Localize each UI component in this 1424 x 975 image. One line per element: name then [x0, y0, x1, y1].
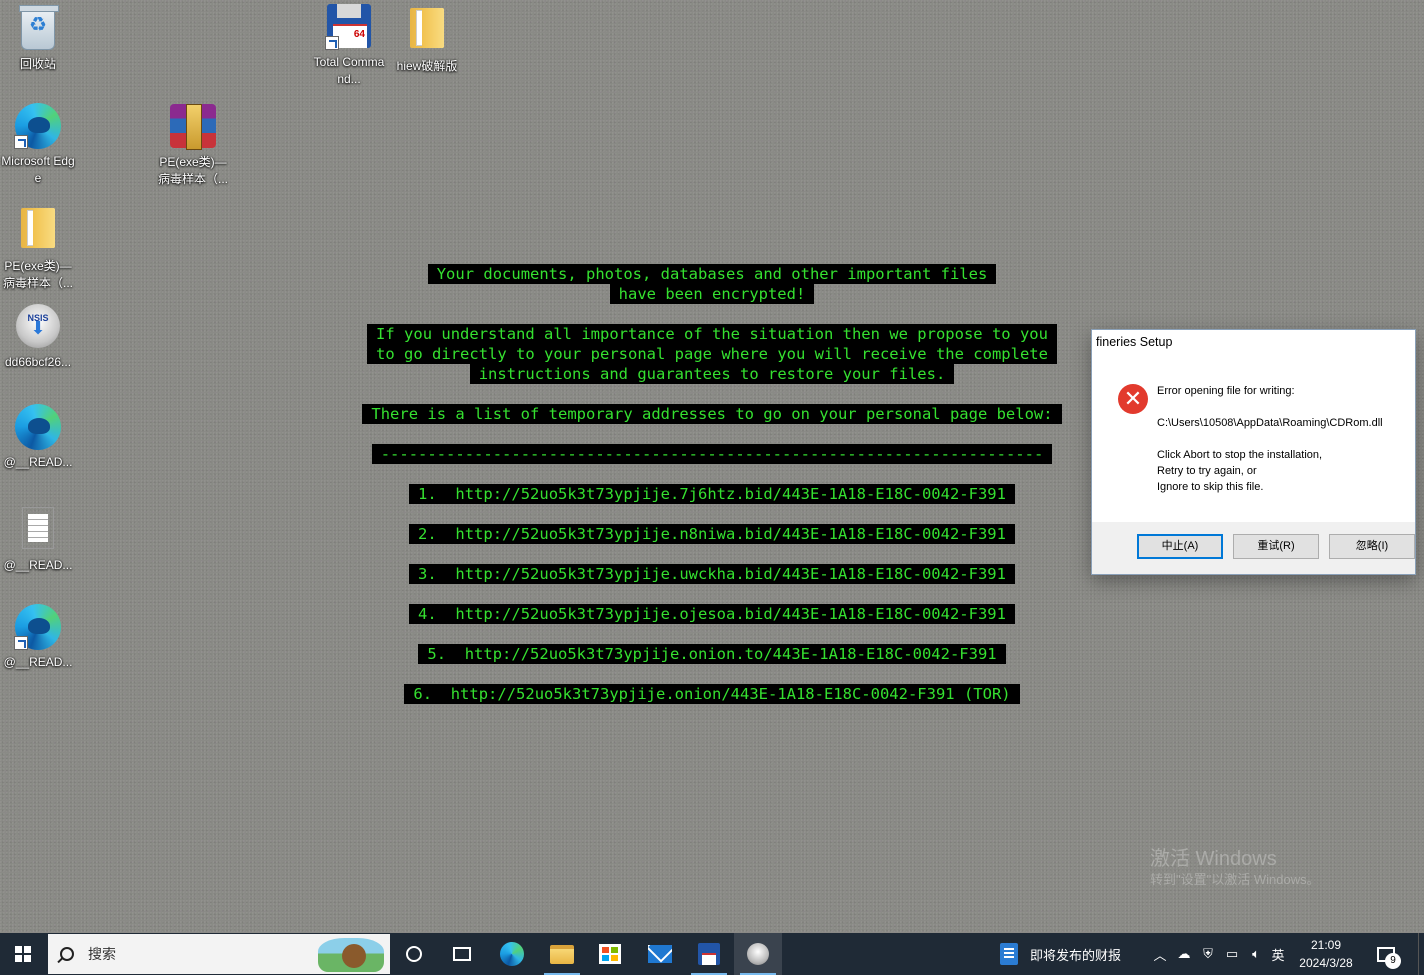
cortana-icon: [406, 946, 422, 962]
show-hidden-icons-button[interactable]: ︿: [1148, 933, 1172, 975]
search-placeholder: 搜索: [88, 946, 116, 962]
nsis-installer-icon: [747, 943, 769, 965]
taskbar-search-box[interactable]: 搜索: [48, 934, 390, 974]
start-button[interactable]: [0, 933, 46, 975]
ime-label: 英: [1271, 947, 1285, 963]
desktop-icon-label: PE(exe类)—病毒样本（...: [157, 155, 228, 186]
store-icon: [599, 944, 621, 964]
show-desktop-button[interactable]: [1418, 933, 1424, 975]
ignore-button[interactable]: 忽略(I): [1329, 534, 1415, 559]
desktop-icon-recycle-bin[interactable]: 回收站: [0, 4, 76, 73]
search-highlight-image: [318, 938, 384, 972]
desktop-icon-hiew[interactable]: hiew破解版: [389, 4, 465, 75]
desktop-icon-label: 回收站: [19, 57, 56, 71]
network-tray[interactable]: ▭: [1220, 933, 1244, 975]
dialog-message: Error opening file for writing: C:\Users…: [1157, 385, 1383, 493]
speaker-icon: 🔈︎: [1252, 946, 1260, 961]
setup-error-dialog[interactable]: fineries Setup ✕ Error opening file for …: [1091, 329, 1416, 575]
desktop-icon-label: hiew破解版: [396, 59, 458, 73]
recycle-bin-icon: [14, 5, 62, 54]
taskbar-setup-installer[interactable]: [734, 933, 782, 975]
news-widget[interactable]: 即将发布的财报: [1000, 933, 1150, 975]
chevron-up-icon: ︿: [1153, 947, 1167, 963]
dialog-title[interactable]: fineries Setup: [1092, 330, 1415, 356]
activation-watermark-title: 激活 Windows: [1150, 848, 1277, 870]
notification-count-badge: 9: [1385, 952, 1401, 969]
clock[interactable]: 21:09 2024/3/28: [1286, 933, 1366, 975]
abort-button[interactable]: 中止(A): [1137, 534, 1223, 559]
cortana-button[interactable]: [390, 933, 438, 975]
edge-icon: [500, 942, 524, 966]
volume-tray[interactable]: 🔈︎: [1244, 933, 1268, 975]
taskbar-store[interactable]: [586, 933, 634, 975]
news-headline: 即将发布的财报: [1030, 947, 1122, 963]
floppy-disk-icon: [325, 4, 373, 52]
notification-center-button[interactable]: 9: [1366, 933, 1406, 975]
network-icon: ▭: [1225, 946, 1239, 961]
winrar-archive-icon: [169, 104, 217, 152]
cloud-icon: ☁: [1177, 946, 1191, 961]
folder-icon: [403, 8, 451, 56]
floppy-disk-icon: [698, 943, 720, 965]
notification-icon: 9: [1377, 946, 1401, 969]
desktop-icon-pe-archive[interactable]: PE(exe类)—病毒样本（...: [155, 104, 231, 188]
ransom-link: 4. http://52uo5k3t73ypjije.ojesoa.bid/44…: [0, 604, 1424, 624]
taskbar-file-explorer[interactable]: [538, 933, 586, 975]
desktop-icon-edge[interactable]: Microsoft Edge: [0, 103, 76, 187]
error-icon: ✕: [1118, 384, 1148, 414]
taskbar-total-commander[interactable]: [685, 933, 733, 975]
task-view-icon: [453, 947, 471, 961]
file-explorer-icon: [550, 944, 574, 964]
folder-icon: [14, 208, 62, 256]
ransom-link: 6. http://52uo5k3t73ypjije.onion/443E-1A…: [0, 684, 1424, 704]
security-tray[interactable]: ⛨: [1196, 933, 1220, 975]
clock-date: 2024/3/28: [1299, 956, 1353, 970]
activation-watermark-subtitle: 转到"设置"以激活 Windows。: [1150, 872, 1320, 887]
search-icon: [60, 947, 74, 961]
mail-icon: [648, 945, 672, 963]
desktop-icon-label: Total Command...: [313, 55, 385, 86]
ransom-link: 5. http://52uo5k3t73ypjije.onion.to/443E…: [0, 644, 1424, 664]
dialog-button-bar: 中止(A) 重试(R) 忽略(I): [1092, 522, 1415, 574]
taskbar-edge[interactable]: [488, 933, 536, 975]
retry-button[interactable]: 重试(R): [1233, 534, 1319, 559]
windows-logo-icon: [15, 946, 31, 962]
news-icon: [1000, 943, 1018, 965]
desktop-icon-label: Microsoft Edge: [1, 154, 75, 185]
dialog-body: ✕ Error opening file for writing: C:\Use…: [1092, 356, 1415, 524]
ransom-note-line: have been encrypted!: [0, 284, 1424, 304]
ransom-note-line: Your documents, photos, databases and ot…: [0, 264, 1424, 284]
onedrive-tray[interactable]: ☁: [1172, 933, 1196, 975]
shield-icon: ⛨: [1203, 946, 1213, 961]
desktop-icon-total-commander[interactable]: Total Command...: [311, 4, 387, 88]
taskbar: 搜索 即将发布的财报 ︿ ☁ ⛨ ▭ 🔈︎ 英 21:09 2024/3/28 …: [0, 933, 1424, 975]
edge-icon: [14, 103, 62, 151]
clock-time: 21:09: [1310, 938, 1342, 952]
task-view-button[interactable]: [438, 933, 486, 975]
taskbar-mail[interactable]: [636, 933, 684, 975]
